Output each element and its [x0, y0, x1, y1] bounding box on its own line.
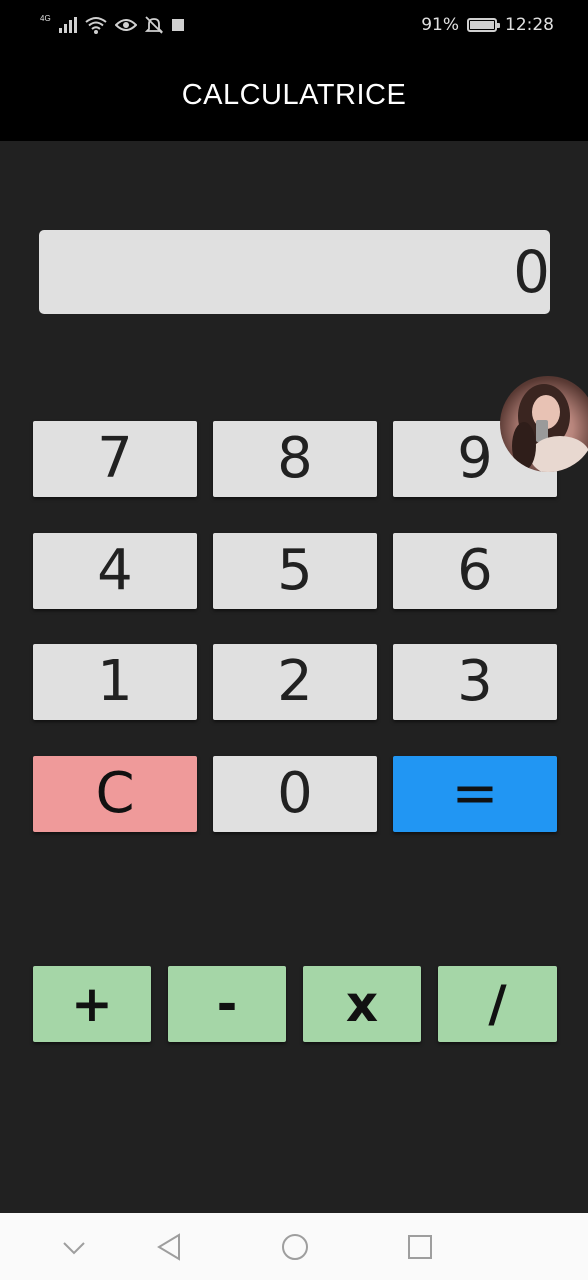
- key-6[interactable]: 6: [393, 533, 557, 609]
- clear-button[interactable]: C: [33, 756, 197, 832]
- battery-icon: [467, 18, 500, 32]
- result-display: 0: [39, 230, 550, 314]
- collapse-chevron-icon[interactable]: [58, 1231, 90, 1263]
- key-1[interactable]: 1: [33, 644, 197, 720]
- clock: 12:28: [505, 15, 554, 35]
- display-value: 0: [513, 238, 550, 306]
- network-type-label: 4G: [40, 14, 51, 23]
- app-bar: CALCULATRICE: [0, 50, 588, 141]
- multiply-button[interactable]: x: [303, 966, 421, 1042]
- key-2[interactable]: 2: [213, 644, 377, 720]
- back-icon[interactable]: [153, 1231, 185, 1263]
- wifi-icon: [85, 17, 107, 34]
- square-notification-icon: [171, 19, 184, 31]
- recents-icon[interactable]: [404, 1231, 436, 1263]
- plus-button[interactable]: +: [33, 966, 151, 1042]
- equals-button[interactable]: =: [393, 756, 557, 832]
- avatar-portrait-icon: [512, 384, 588, 472]
- minus-button[interactable]: -: [168, 966, 286, 1042]
- status-icons-right: 91% 12:28: [421, 14, 554, 36]
- battery-level-fill: [470, 21, 494, 29]
- battery-percent: 91%: [421, 15, 459, 35]
- key-0[interactable]: 0: [213, 756, 377, 832]
- status-icons-left: 4G: [40, 14, 185, 36]
- navigation-bar: [0, 1213, 588, 1280]
- status-bar: 4G 91% 12:28: [0, 0, 588, 50]
- key-5[interactable]: 5: [213, 533, 377, 609]
- key-7[interactable]: 7: [33, 421, 197, 497]
- bell-off-icon: [144, 16, 163, 34]
- home-icon[interactable]: [279, 1231, 311, 1263]
- key-4[interactable]: 4: [33, 533, 197, 609]
- signal-icon: [58, 17, 77, 33]
- key-8[interactable]: 8: [213, 421, 377, 497]
- divide-button[interactable]: /: [438, 966, 557, 1042]
- chat-head-avatar[interactable]: [500, 376, 588, 472]
- key-3[interactable]: 3: [393, 644, 557, 720]
- eye-icon: [114, 19, 137, 31]
- app-title: CALCULATRICE: [181, 79, 407, 111]
